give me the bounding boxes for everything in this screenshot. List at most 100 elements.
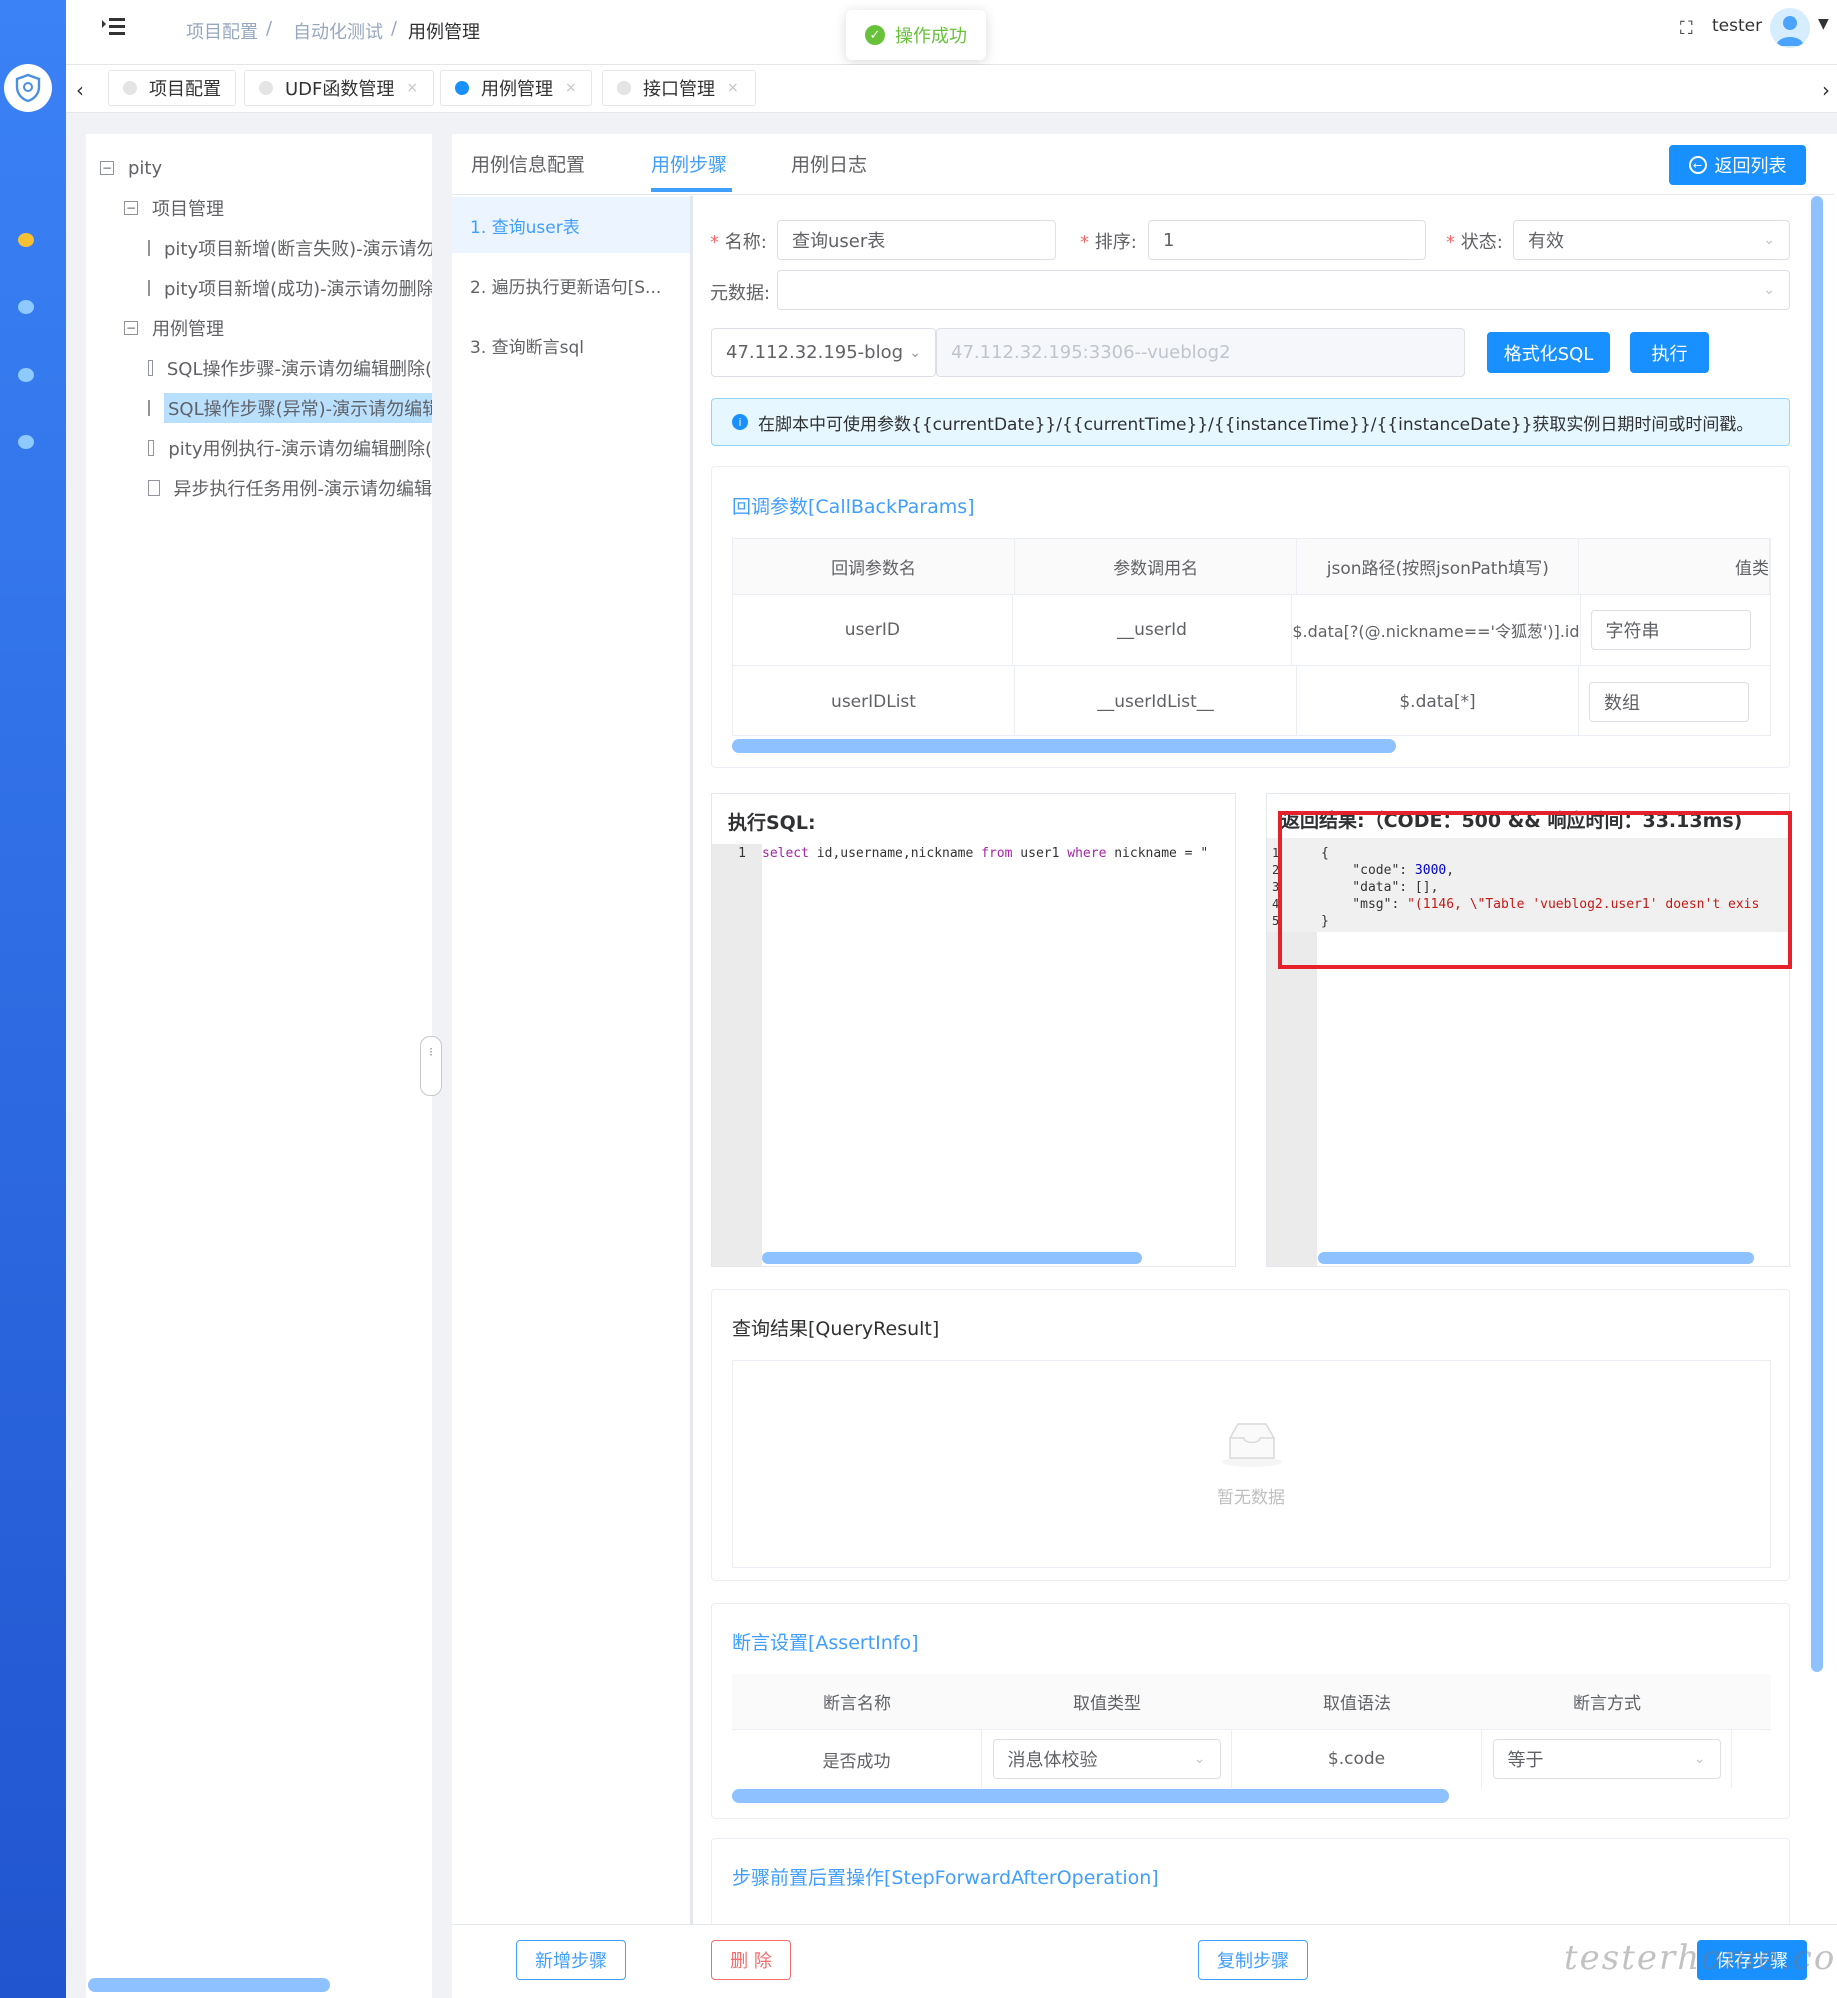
- tree-item[interactable]: pity用例执行-演示请勿编辑删除(: [100, 428, 432, 468]
- main-v-scrollbar[interactable]: [1811, 196, 1823, 1672]
- step-item[interactable]: 2. 遍历执行更新语句[S...: [452, 257, 690, 313]
- run-button[interactable]: 执行: [1630, 332, 1709, 373]
- order-label: * 排序:: [1080, 232, 1137, 253]
- result-h-scrollbar[interactable]: [1318, 1252, 1754, 1264]
- tree-item-selected[interactable]: SQL操作步骤(异常)-演示请勿编辑: [100, 388, 432, 428]
- highlight-box: [1278, 811, 1792, 969]
- shield-logo-icon[interactable]: [4, 64, 52, 112]
- tree-item[interactable]: SQL操作步骤-演示请勿编辑删除(: [100, 348, 432, 388]
- close-icon[interactable]: ×: [406, 80, 418, 96]
- breadcrumb-current: 用例管理: [408, 22, 480, 43]
- assert-h-scrollbar[interactable]: [732, 1789, 1449, 1803]
- file-icon: [148, 240, 150, 256]
- meta-select[interactable]: ⌄: [777, 270, 1790, 310]
- back-circle-icon: ←: [1688, 156, 1707, 174]
- app-sidebar: [0, 0, 66, 1998]
- sql-editor-card: [711, 793, 1236, 1267]
- chevron-left-icon[interactable]: ‹: [76, 78, 84, 102]
- table-row: userIDList __userIdList__ $.data[*] 数组: [733, 666, 1770, 735]
- assert-table: 断言名称 取值类型 取值语法 断言方式 是否成功 消息体校验 ⌄ $.code 等…: [732, 1674, 1771, 1800]
- tree-item[interactable]: pity项目新增(成功)-演示请勿删除: [100, 268, 432, 308]
- watermark-text: testerhome.com: [1564, 1938, 1837, 1978]
- sql-code-editor[interactable]: select id,username,nickname from user1 w…: [762, 845, 1234, 862]
- breadcrumb-item[interactable]: 自动化测试: [293, 18, 383, 44]
- collapse-icon[interactable]: −: [100, 161, 114, 175]
- status-select[interactable]: 有效 ⌄: [1513, 220, 1790, 260]
- chevron-down-icon: ⌄: [1763, 232, 1775, 248]
- breadcrumb-item[interactable]: 项目配置: [186, 18, 258, 44]
- db-select[interactable]: 47.112.32.195-blog ⌄: [711, 328, 936, 377]
- name-input[interactable]: 查询user表: [777, 220, 1056, 260]
- caret-down-icon[interactable]: ▼: [1818, 16, 1829, 32]
- nav-dot-icon[interactable]: [18, 300, 34, 314]
- nav-dot-icon[interactable]: [18, 233, 34, 247]
- chevron-down-icon: ⌄: [1763, 282, 1775, 298]
- tree-root[interactable]: − pity: [100, 148, 432, 188]
- file-icon: [148, 280, 150, 296]
- tree-item[interactable]: pity项目新增(断言失败)-演示请勿: [100, 228, 432, 268]
- collapse-icon[interactable]: −: [124, 321, 138, 335]
- file-icon: [148, 440, 155, 456]
- callback-table: 回调参数名 参数调用名 json路径(按照jsonPath填写) 值类 user…: [732, 538, 1771, 736]
- menu-fold-icon[interactable]: [100, 16, 126, 43]
- tag-udf[interactable]: UDF函数管理 ×: [244, 70, 434, 106]
- empty-text: 暂无数据: [1217, 1488, 1285, 1508]
- status-label: * 状态:: [1446, 232, 1503, 253]
- chevron-down-icon: ⌄: [909, 344, 921, 361]
- tree-item[interactable]: 异步执行任务用例-演示请勿编辑: [100, 468, 432, 508]
- chevron-right-icon[interactable]: ›: [1822, 78, 1830, 102]
- splitter-handle[interactable]: ⁝: [420, 1036, 442, 1096]
- sql-h-scrollbar[interactable]: [762, 1252, 1142, 1264]
- case-tree: − pity − 项目管理 pity项目新增(断言失败)-演示请勿 pity项目新增…: [100, 148, 432, 508]
- callback-h-scrollbar[interactable]: [732, 739, 1396, 753]
- format-sql-button[interactable]: 格式化SQL: [1487, 332, 1610, 373]
- chevron-down-icon: ⌄: [1693, 1751, 1706, 1767]
- assert-method-select[interactable]: 等于 ⌄: [1492, 1739, 1721, 1779]
- tree-h-scrollbar[interactable]: [88, 1978, 330, 1992]
- step-item[interactable]: 3. 查询断言sql: [452, 317, 690, 373]
- success-toast: ✓ 操作成功: [846, 10, 986, 60]
- sql-title: 执行SQL:: [728, 812, 816, 834]
- copy-step-button[interactable]: 复制步骤: [1198, 1940, 1308, 1980]
- db-connection-input[interactable]: 47.112.32.195:3306--vueblog2: [936, 328, 1465, 377]
- check-circle-icon: ✓: [865, 25, 885, 45]
- table-row: userID __userId $.data[?(@.nickname=='令狐…: [733, 595, 1770, 666]
- nav-dot-icon[interactable]: [18, 435, 34, 449]
- delete-button[interactable]: 删 除: [711, 1940, 791, 1980]
- tab-case-steps[interactable]: 用例步骤: [651, 150, 727, 177]
- tag-project-config[interactable]: 项目配置: [108, 70, 236, 106]
- chevron-down-icon: ⌄: [1193, 1751, 1206, 1767]
- step-operation-title: 步骤前置后置操作[StepForwardAfterOperation]: [732, 1867, 1159, 1889]
- step-item[interactable]: 1. 查询user表: [452, 197, 690, 253]
- nav-dot-icon[interactable]: [18, 368, 34, 382]
- info-icon: i: [732, 414, 748, 430]
- add-step-button[interactable]: 新增步骤: [516, 1940, 626, 1980]
- tree-group[interactable]: − 用例管理: [100, 308, 432, 348]
- file-icon: [148, 360, 153, 376]
- value-type-select[interactable]: 数组: [1589, 681, 1749, 722]
- callback-params-title: 回调参数[CallBackParams]: [732, 496, 975, 518]
- fullscreen-icon[interactable]: ⛶: [1680, 18, 1693, 39]
- name-label: * 名称:: [710, 232, 767, 253]
- tag-case-management[interactable]: 用例管理 ×: [440, 70, 592, 106]
- back-to-list-button[interactable]: ← 返回列表: [1669, 145, 1806, 185]
- collapse-icon[interactable]: −: [124, 201, 138, 215]
- file-icon: [148, 400, 150, 416]
- file-icon: [148, 480, 160, 496]
- tag-api-management[interactable]: 接口管理 ×: [602, 70, 756, 106]
- tab-case-log[interactable]: 用例日志: [791, 150, 867, 177]
- avatar[interactable]: [1770, 8, 1810, 48]
- empty-box-icon: [1220, 1418, 1284, 1473]
- tree-group[interactable]: − 项目管理: [100, 188, 432, 228]
- meta-label: 元数据:: [710, 283, 771, 304]
- username[interactable]: tester: [1712, 16, 1762, 36]
- tab-case-info[interactable]: 用例信息配置: [471, 150, 585, 177]
- close-icon[interactable]: ×: [727, 80, 739, 96]
- assert-title: 断言设置[AssertInfo]: [732, 1632, 919, 1654]
- table-row: 是否成功 消息体校验 ⌄ $.code 等于 ⌄: [732, 1730, 1771, 1788]
- value-type-select[interactable]: 消息体校验 ⌄: [992, 1739, 1221, 1779]
- close-icon[interactable]: ×: [565, 80, 577, 96]
- value-type-select[interactable]: 字符串: [1590, 610, 1751, 650]
- query-result-title: 查询结果[QueryResult]: [732, 1318, 940, 1340]
- order-input[interactable]: 1: [1148, 220, 1426, 260]
